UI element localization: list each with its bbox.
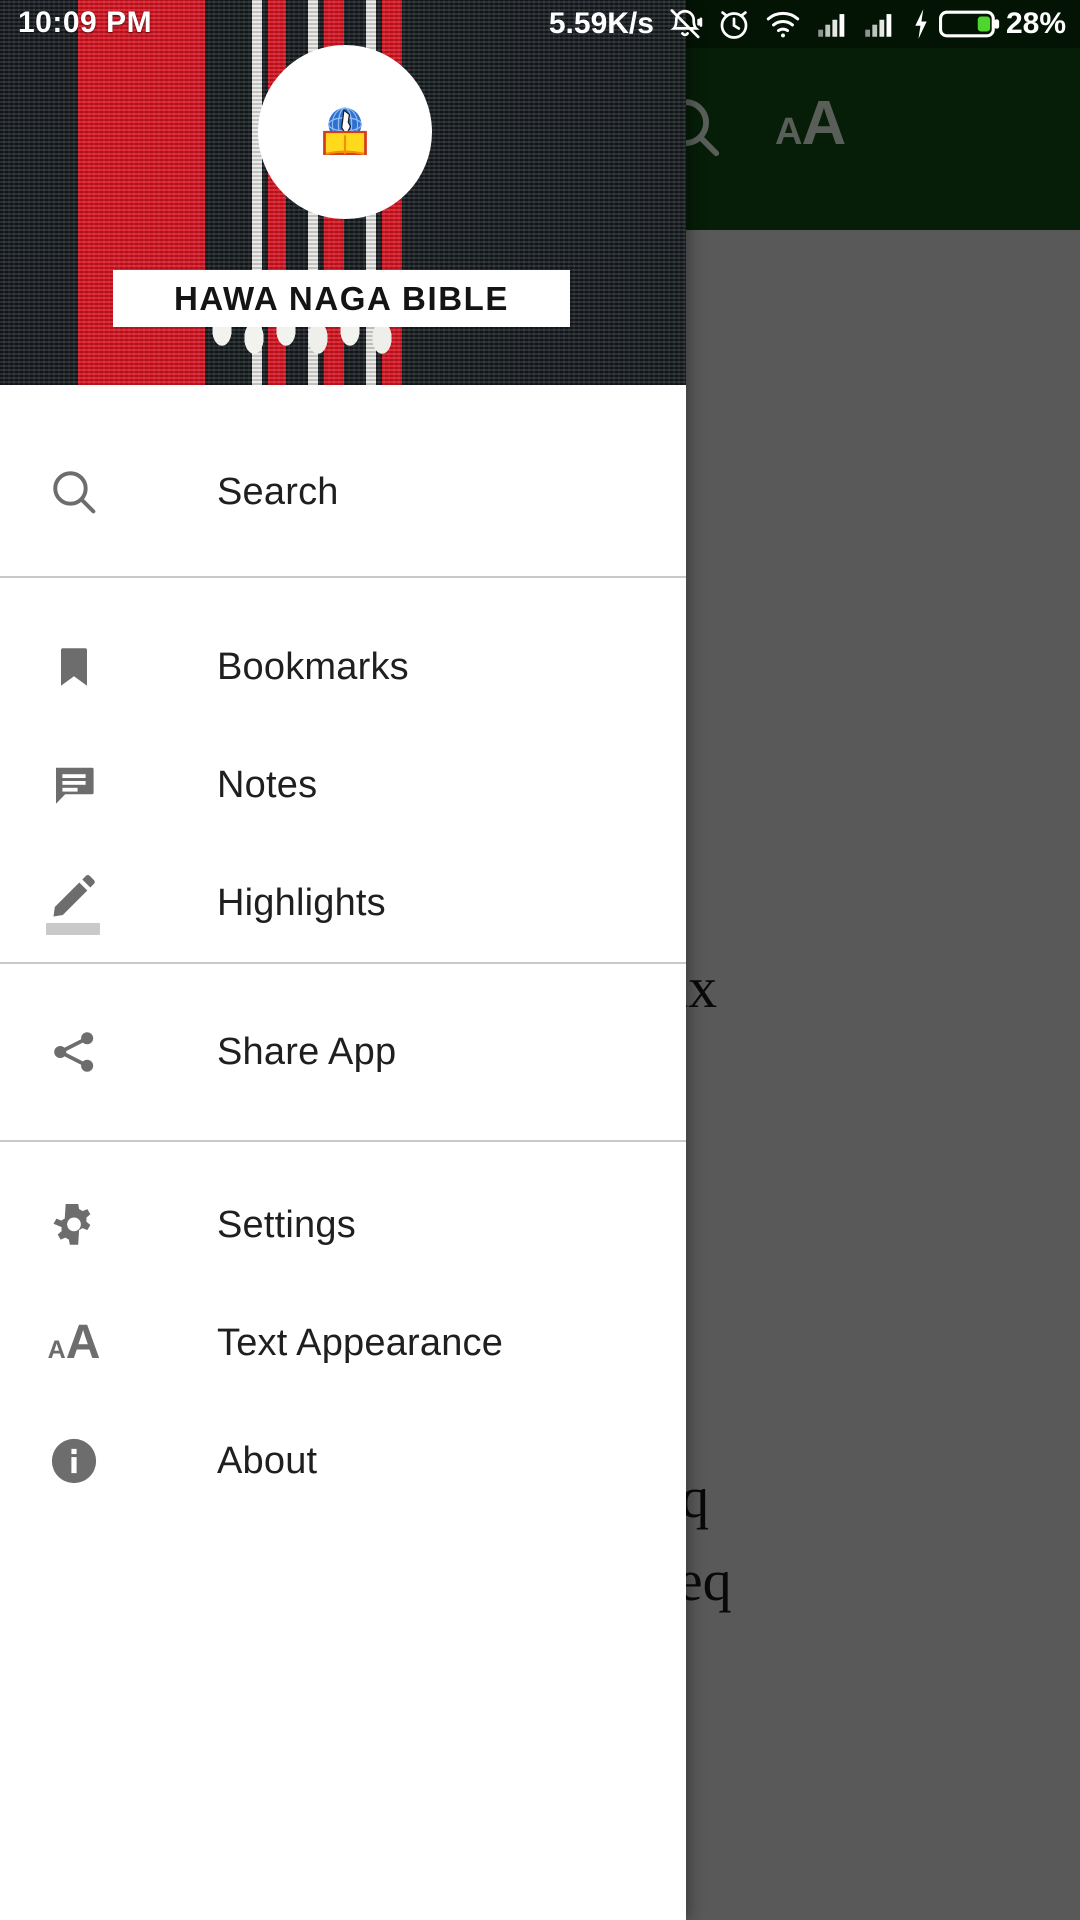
drawer-menu: Search Bookmarks Notes Highlights Share … <box>0 385 686 1520</box>
signal-icon-2 <box>861 7 895 41</box>
drawer-group-share: Share App <box>0 964 686 1140</box>
app-screen: AA NGC nc noxngcuex Wancuktvraxingciyac–… <box>0 0 1080 1920</box>
drawer-item-settings[interactable]: Settings <box>0 1166 686 1284</box>
alarm-icon <box>716 6 752 42</box>
drawer-group-search: Search <box>0 385 686 576</box>
network-speed: 5.59K/s <box>548 7 654 40</box>
drawer-item-label: Highlights <box>217 881 386 924</box>
app-logo <box>258 45 432 219</box>
highlight-underline <box>46 923 100 935</box>
pencil-icon <box>44 873 104 935</box>
status-time: 10:09 PM <box>18 6 153 39</box>
battery-icon <box>938 8 1001 40</box>
navigation-drawer: HAWA NAGA BIBLE Search Bookmarks Notes H… <box>0 0 686 1920</box>
drawer-item-notes[interactable]: Notes <box>0 726 686 844</box>
battery-status: 28% <box>908 7 1066 41</box>
battery-percent: 28% <box>1005 7 1066 40</box>
drawer-item-bookmarks[interactable]: Bookmarks <box>0 608 686 726</box>
drawer-item-share-app[interactable]: Share App <box>0 964 686 1140</box>
charging-bolt-icon <box>908 7 934 41</box>
app-title: HAWA NAGA BIBLE <box>173 279 510 317</box>
drawer-group-settings: Settings AA Text Appearance About <box>0 1142 686 1520</box>
drawer-header: HAWA NAGA BIBLE <box>0 0 686 385</box>
drawer-group-library: Bookmarks Notes Highlights <box>0 578 686 962</box>
text-size-icon: AA <box>47 1316 101 1369</box>
drawer-item-label: Settings <box>217 1203 356 1246</box>
drawer-item-label: About <box>217 1439 318 1482</box>
drawer-item-highlights[interactable]: Highlights <box>0 844 686 962</box>
notes-icon <box>44 755 104 815</box>
drawer-item-label: Text Appearance <box>217 1321 504 1364</box>
status-icons: 5.59K/s 28% <box>549 0 1066 48</box>
status-bar: 10:09 PM 5.59K/s 28% <box>0 0 1080 48</box>
notifications-muted-icon <box>667 6 703 42</box>
share-icon <box>44 1022 104 1082</box>
drawer-item-text-appearance[interactable]: AA Text Appearance <box>0 1284 686 1402</box>
drawer-item-label: Share App <box>217 1030 397 1073</box>
drawer-item-label: Notes <box>217 763 318 806</box>
info-icon <box>44 1431 104 1491</box>
drawer-item-about[interactable]: About <box>0 1402 686 1520</box>
bookmark-icon <box>44 637 104 697</box>
signal-icon <box>814 7 848 41</box>
app-title-banner: HAWA NAGA BIBLE <box>113 270 570 327</box>
drawer-item-label: Bookmarks <box>217 645 409 688</box>
drawer-item-label: Search <box>217 470 339 513</box>
wifi-icon <box>765 6 801 42</box>
drawer-item-search[interactable]: Search <box>0 408 686 576</box>
gear-icon <box>44 1195 104 1255</box>
search-icon <box>44 462 104 522</box>
